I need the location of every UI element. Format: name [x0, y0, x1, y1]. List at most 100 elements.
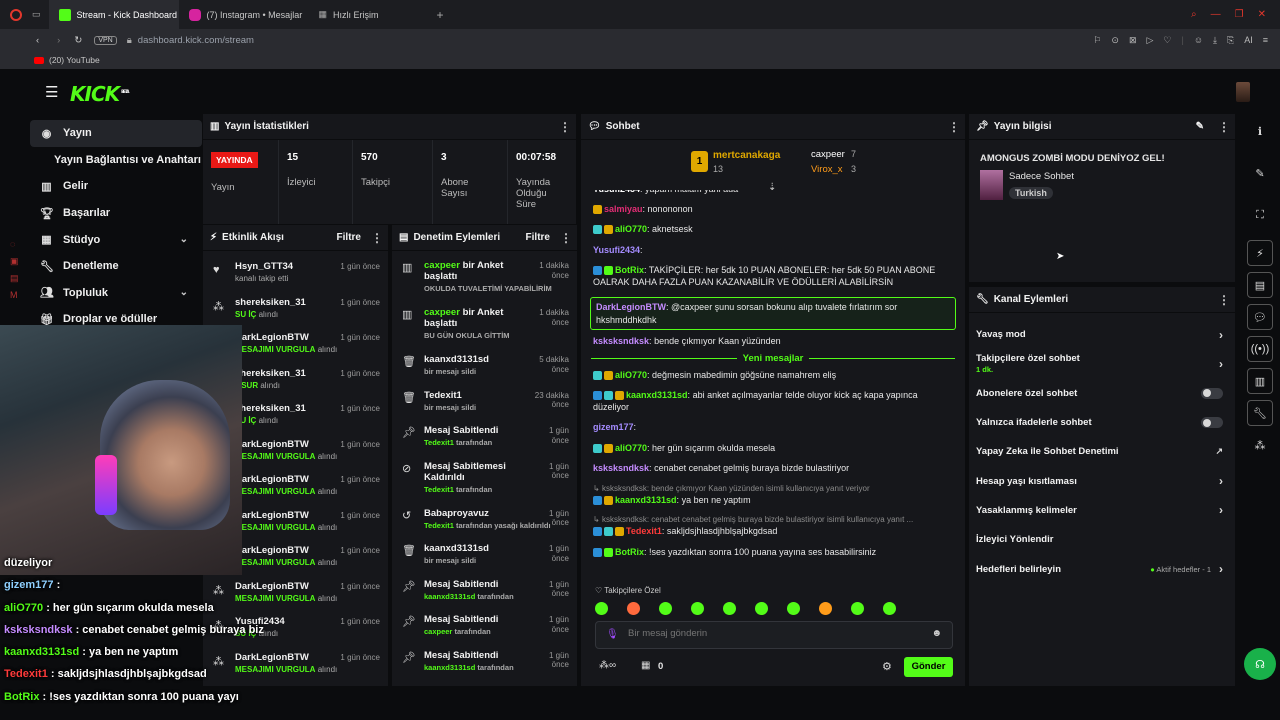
hamburger-icon[interactable]: ☰	[45, 83, 58, 101]
support-icon[interactable]: ☊	[1244, 648, 1276, 680]
moderator-name[interactable]: caxpeer	[424, 627, 452, 636]
activity-row[interactable]: ♥ Hsyn_GTT34 kanalı takip etti 1 gün önce	[203, 255, 388, 291]
filter-button[interactable]: Filtre	[526, 232, 550, 243]
chat-message-input[interactable]	[628, 628, 918, 639]
close-window-icon[interactable]: ✕	[1258, 9, 1266, 20]
new-messages-divider[interactable]: Yeni mesajlar	[581, 353, 965, 364]
sidebar-item-moderation[interactable]: 🔧︎ Denetleme	[30, 253, 202, 280]
emoji-icon[interactable]: ☻	[931, 628, 942, 639]
moderation-row[interactable]: 📌︎ Mesaj Sabitlendi kaanxd3131sd tarafında…	[392, 574, 577, 610]
category-name[interactable]: Sadece Sohbet	[1009, 171, 1074, 182]
moderation-row[interactable]: 🗑︎ Tedexit1 bir mesajı sildi 23 dakika önce	[392, 385, 577, 421]
sidebar-item-stream-key[interactable]: Yayın Bağlantısı ve Anahtarı	[30, 147, 202, 174]
info-icon[interactable]: ℹ︎	[1247, 118, 1273, 144]
settings-icon[interactable]: ⚙︎	[882, 660, 892, 673]
emote-icon[interactable]	[754, 602, 768, 615]
channel-action-4[interactable]: Yalnızca ifadelerle sohbet	[969, 408, 1235, 437]
chat-username[interactable]: ksksksndksk	[593, 336, 649, 346]
sidebar-item-stream[interactable]: ◉ Yayın	[30, 120, 202, 147]
channel-action-1[interactable]: Yavaş mod ›	[969, 320, 1235, 349]
sidebar-item-studio[interactable]: ▦ Stüdyo ⌄	[30, 226, 202, 253]
chat-message[interactable]: ksksksndksk: cenabet cenabet gelmiş bura…	[581, 463, 965, 475]
top-chatter-name[interactable]: mertcanakaga	[713, 150, 780, 161]
snapshot-icon[interactable]: ⊙	[1111, 35, 1119, 46]
stats-icon[interactable]: ▥	[1247, 368, 1273, 394]
adblock-icon[interactable]: ⊠	[1129, 35, 1137, 46]
points-icon[interactable]: ⁂	[1247, 432, 1273, 458]
chat-message[interactable]: Tedexit1: sakljdsjhlasdjhblşajbkgdsad	[581, 526, 965, 538]
moderator-name[interactable]: caxpeer	[424, 260, 460, 271]
chat-username[interactable]: DarkLegionBTW	[596, 302, 666, 312]
tab-instagram[interactable]: (7) Instagram • Mesajlar	[179, 0, 309, 29]
reload-icon[interactable]: ↻	[74, 35, 82, 46]
kebab-menu-icon[interactable]: ⋮	[948, 120, 960, 134]
toggle-switch[interactable]	[1201, 417, 1223, 429]
channel-action-7[interactable]: Yasaklanmış kelimeler ›	[969, 496, 1235, 525]
wrench-icon[interactable]: 🔧︎	[1247, 400, 1273, 426]
bookmark-youtube[interactable]: (20) YouTube	[49, 55, 100, 65]
activity-row[interactable]: ⁂shereksiken_31SU İÇ alındı1 gün önce	[203, 291, 388, 327]
share-icon[interactable]: ⎘	[1227, 35, 1234, 46]
chat-bubble-icon[interactable]: 💬︎	[1247, 304, 1273, 330]
language-tag[interactable]: Turkish	[1009, 187, 1053, 199]
url-field[interactable]: dashboard.kick.com/stream	[138, 35, 254, 46]
play-icon[interactable]: ▷	[1146, 35, 1153, 46]
chat-message[interactable]: aliO770: değmesin mabedimin göğsüne nama…	[581, 370, 965, 382]
kick-logo[interactable]: KICK BETA	[70, 82, 129, 106]
bookmark-icon[interactable]: ⚐	[1093, 35, 1101, 46]
moderation-row[interactable]: 📌︎ Mesaj Sabitlendi caxpeer tarafından 1 gü…	[392, 609, 577, 645]
channel-action-6[interactable]: Hesap yaşı kısıtlaması ›	[969, 466, 1235, 495]
chat-message[interactable]: BotRix: TAKİPÇİLER: her 5dk 10 PUAN ABON…	[581, 265, 965, 288]
kebab-menu-icon[interactable]: ⋮	[1218, 293, 1230, 307]
chat-message[interactable]: ksksksndksk: bende çıkmıyor Kaan yüzünde…	[581, 336, 965, 348]
emote-icon[interactable]	[850, 602, 864, 615]
emote-icon[interactable]	[658, 602, 672, 615]
document-icon[interactable]: ▤	[1247, 272, 1273, 298]
chat-username[interactable]: Yusufi2434	[593, 245, 640, 255]
chat-message[interactable]: BotRix: !ses yazdıktan sonra 100 puana y…	[581, 547, 965, 559]
user-avatar[interactable]	[1236, 82, 1250, 102]
back-icon[interactable]: ‹	[36, 35, 39, 46]
chat-username[interactable]: kaanxd3131sd	[626, 390, 688, 400]
search-tabs-icon[interactable]: ⌕	[1191, 9, 1197, 20]
heart-icon[interactable]: ♡	[1163, 35, 1171, 46]
chat-message[interactable]: aliO770: aknetsesk	[581, 224, 965, 236]
menu-icon[interactable]: ≡	[1263, 35, 1268, 46]
sidebar-item-achievements[interactable]: 🏆︎ Başarılar	[30, 200, 202, 227]
kebab-menu-icon[interactable]: ⋮	[560, 231, 572, 245]
moderator-name[interactable]: Tedexit1	[424, 438, 454, 447]
moderator-name[interactable]: kaanxd3131sd	[424, 663, 475, 672]
minimize-icon[interactable]: —	[1211, 9, 1221, 20]
forward-icon[interactable]: ›	[57, 35, 60, 46]
vpn-badge[interactable]: VPN	[94, 35, 117, 45]
emote-icon[interactable]	[594, 602, 608, 615]
moderation-row[interactable]: 🗑︎ kaanxd3131sd bir mesajı sildi 1 gün önce	[392, 538, 577, 574]
emote-icon[interactable]	[818, 602, 832, 615]
tab-quick-access[interactable]: ▦ Hızlı Erişim	[309, 0, 439, 29]
chat-message[interactable]: Yusufi2434:	[581, 245, 965, 257]
moderation-row[interactable]: ▥ caxpeer bir Anket başlattı BU GÜN OKULA …	[392, 302, 577, 349]
channel-action-2[interactable]: Takipçilere özel sohbet 1 dk. ›	[969, 349, 1235, 378]
chat-message[interactable]: salmiyau: nonononon	[581, 204, 965, 216]
moderation-row[interactable]: ▥ caxpeer bir Anket başlattı OKULDA TUVALE…	[392, 255, 577, 302]
channel-action-9[interactable]: Hedefleri belirleyin ● Aktif hedefler - 1…	[969, 554, 1235, 583]
chat-username[interactable]: Yusufi2434	[593, 190, 640, 194]
kebab-menu-icon[interactable]: ⋮	[1218, 120, 1230, 134]
filter-button[interactable]: Filtre	[337, 232, 361, 243]
chat-username[interactable]: kaanxd3131sd	[615, 495, 677, 505]
chat-message[interactable]: gizem177:	[581, 422, 965, 434]
emote-icon[interactable]	[786, 602, 800, 615]
emote-icon[interactable]	[722, 602, 736, 615]
profile-icon[interactable]: ☺	[1194, 35, 1203, 46]
tab-kick-dashboard[interactable]: Stream - Kick Dashboard×	[48, 0, 179, 29]
sidebar-item-community[interactable]: 👥︎ Topluluk ⌄	[30, 280, 202, 307]
chat-message[interactable]: kaanxd3131sd: ya ben ne yaptım	[581, 495, 965, 507]
points-icon[interactable]: ⁂∞	[599, 660, 616, 671]
moderation-row[interactable]: 📌︎ Mesaj Sabitlendi kaanxd3131sd tarafında…	[392, 645, 577, 681]
moderation-row[interactable]: ⊘ Mesaj Sabitlemesi Kaldırıldı Tedexit1 ta…	[392, 456, 577, 503]
new-tab-button[interactable]: +	[437, 8, 444, 22]
toggle-switch[interactable]	[1201, 387, 1223, 399]
chat-username[interactable]: gizem177	[593, 422, 634, 432]
chat-username[interactable]: aliO770	[615, 224, 647, 234]
opera-logo-icon[interactable]	[10, 8, 22, 21]
